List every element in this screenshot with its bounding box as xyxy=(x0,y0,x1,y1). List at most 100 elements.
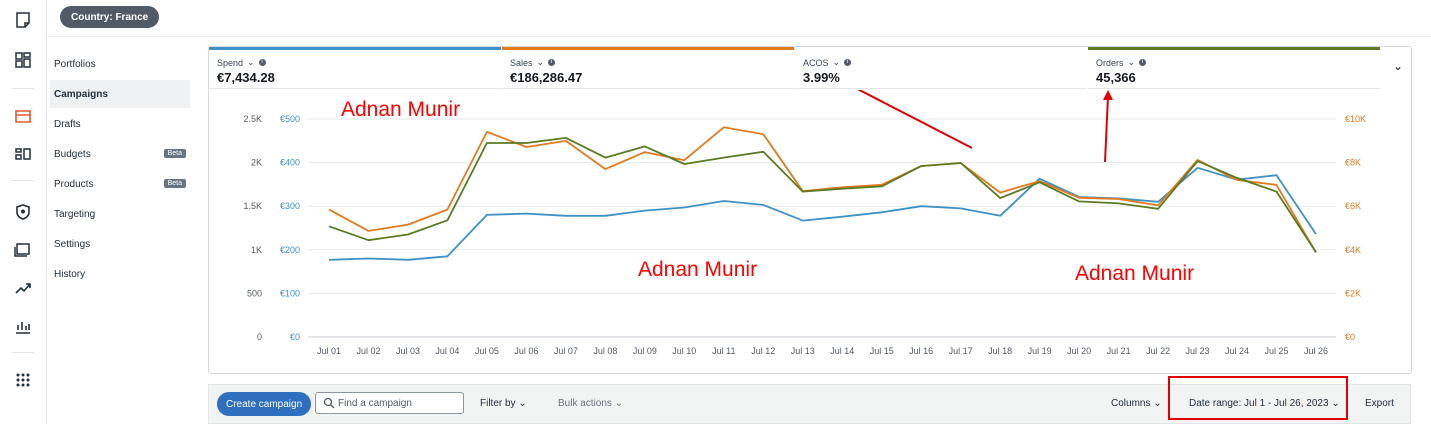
sidebar-item-targeting[interactable]: Targeting xyxy=(50,200,190,228)
info-icon[interactable]: i xyxy=(1139,59,1147,66)
info-icon[interactable]: i xyxy=(548,59,556,66)
y-tick-orders: 2K xyxy=(251,158,262,168)
y-tick-spend: €500 xyxy=(280,114,300,124)
y-tick-sales: €6K xyxy=(1345,201,1361,211)
x-tick-label: Jul 15 xyxy=(870,346,894,356)
columns-dropdown[interactable]: Columns ⌄ xyxy=(1111,398,1162,409)
sidebar-item-settings[interactable]: Settings xyxy=(50,230,190,258)
search-icon xyxy=(323,397,335,409)
dashboard-icon[interactable] xyxy=(13,50,33,70)
y-tick-spend: €0 xyxy=(290,332,300,342)
search-input[interactable]: Find a campaign xyxy=(338,398,412,409)
x-tick-label: Jul 01 xyxy=(317,346,341,356)
campaign-manager-icon[interactable] xyxy=(13,106,33,126)
chevron-down-icon: ⌄ xyxy=(1153,398,1162,409)
x-tick-label: Jul 22 xyxy=(1146,346,1170,356)
beta-badge: Beta xyxy=(163,149,186,158)
x-tick-label: Jul 17 xyxy=(949,346,973,356)
y-tick-orders: 0 xyxy=(257,332,262,342)
x-tick-label: Jul 26 xyxy=(1304,346,1328,356)
metric-tile-orders[interactable]: Orders ⌄ i 45,366 xyxy=(1088,47,1380,89)
sidebar-item-portfolios[interactable]: Portfolios xyxy=(50,50,190,78)
chevron-down-icon[interactable]: ⌄ xyxy=(537,57,545,68)
y-tick-orders: 1.5K xyxy=(243,201,262,211)
sidebar-item-drafts[interactable]: Drafts xyxy=(50,110,190,138)
beta-badge: Beta xyxy=(163,179,186,188)
metric-value: €7,434.28 xyxy=(217,70,275,85)
info-icon[interactable]: i xyxy=(844,59,852,66)
watermark-text: Adnan Munir xyxy=(638,258,758,281)
x-tick-label: Jul 13 xyxy=(791,346,815,356)
metric-value: 3.99% xyxy=(803,70,840,85)
watermark-text: Adnan Munir xyxy=(1075,262,1195,285)
sidebar-item-label: Campaigns xyxy=(54,88,108,100)
sidebar-item-label: Portfolios xyxy=(54,58,96,70)
expand-chevron-icon[interactable]: ⌄ xyxy=(1393,59,1403,73)
media-planner-icon[interactable] xyxy=(13,144,33,164)
x-tick-label: Jul 18 xyxy=(988,346,1012,356)
y-tick-spend: €100 xyxy=(280,288,300,298)
app-rail xyxy=(0,0,47,424)
sidebar-item-campaigns[interactable]: Campaigns xyxy=(50,80,190,108)
chart-series xyxy=(328,126,1317,261)
metric-value: 45,366 xyxy=(1096,70,1136,85)
x-tick-label: Jul 08 xyxy=(593,346,617,356)
series-line-spend xyxy=(328,166,1317,261)
metric-tile-spend[interactable]: Spend ⌄ i €7,434.28 xyxy=(209,47,501,89)
highlight-box xyxy=(1168,376,1348,420)
x-tick-label: Jul 16 xyxy=(909,346,933,356)
annotation-arrows xyxy=(857,90,1113,163)
annotation-arrow-head xyxy=(1103,90,1113,100)
y-tick-spend: €200 xyxy=(280,245,300,255)
x-tick-label: Jul 07 xyxy=(554,346,578,356)
metric-label: Spend xyxy=(217,57,244,68)
create-campaign-button[interactable]: Create campaign xyxy=(217,392,312,416)
x-tick-label: Jul 04 xyxy=(435,346,459,356)
info-icon[interactable]: i xyxy=(258,59,266,66)
y-tick-orders: 500 xyxy=(247,288,262,298)
notes-icon[interactable] xyxy=(13,10,33,30)
y-tick-orders: 1K xyxy=(251,245,262,255)
sidebar-item-products[interactable]: Products Beta xyxy=(50,170,190,198)
x-tick-label: Jul 05 xyxy=(475,346,499,356)
y-tick-spend: €300 xyxy=(280,201,300,211)
sidebar-item-budgets[interactable]: Budgets Beta xyxy=(50,140,190,168)
chart-grid xyxy=(308,118,1336,338)
sidebar-item-label: Budgets xyxy=(54,148,91,160)
sidebar-item-history[interactable]: History xyxy=(50,260,190,288)
sidebar-nav: Portfolios Campaigns Drafts Budgets Beta … xyxy=(46,36,194,424)
y-tick-sales: €10K xyxy=(1345,114,1366,124)
metric-tile-acos[interactable]: ACOS ⌄ i 3.99% xyxy=(795,47,1087,89)
x-tick-label: Jul 09 xyxy=(633,346,657,356)
sidebar-item-label: Drafts xyxy=(54,118,81,130)
filter-by-dropdown[interactable]: Filter by ⌄ xyxy=(480,398,527,409)
bulk-actions-dropdown[interactable]: Bulk actions ⌄ xyxy=(558,398,623,409)
chevron-down-icon[interactable]: ⌄ xyxy=(247,57,255,68)
x-tick-label: Jul 03 xyxy=(396,346,420,356)
export-button[interactable]: Export xyxy=(1365,398,1394,409)
creative-icon[interactable] xyxy=(13,240,33,260)
sidebar-item-label: History xyxy=(54,268,86,280)
x-tick-label: Jul 25 xyxy=(1265,346,1289,356)
x-tick-label: Jul 10 xyxy=(672,346,696,356)
reports-icon[interactable] xyxy=(13,316,33,336)
chevron-down-icon[interactable]: ⌄ xyxy=(833,57,841,68)
y-tick-orders: 2.5K xyxy=(243,114,262,124)
country-pill[interactable]: Country: France xyxy=(60,6,160,28)
brand-shield-icon[interactable] xyxy=(13,202,33,222)
chevron-down-icon[interactable]: ⌄ xyxy=(1128,57,1136,68)
search-field[interactable]: Find a campaign xyxy=(315,392,464,414)
x-tick-label: Jul 02 xyxy=(356,346,380,356)
x-tick-label: Jul 11 xyxy=(712,346,735,356)
metric-value: €186,286.47 xyxy=(510,70,583,85)
apps-grid-icon[interactable] xyxy=(13,370,33,390)
sidebar-item-label: Settings xyxy=(54,238,91,250)
metric-tile-sales[interactable]: Sales ⌄ i €186,286.47 xyxy=(502,47,794,89)
y-tick-sales: €4K xyxy=(1345,245,1361,255)
sidebar-item-label: Targeting xyxy=(54,208,96,220)
x-tick-label: Jul 14 xyxy=(830,346,854,356)
chevron-down-icon: ⌄ xyxy=(518,398,527,409)
x-tick-label: Jul 20 xyxy=(1067,346,1091,356)
measurement-icon[interactable] xyxy=(13,278,33,298)
x-tick-label: Jul 19 xyxy=(1028,346,1052,356)
